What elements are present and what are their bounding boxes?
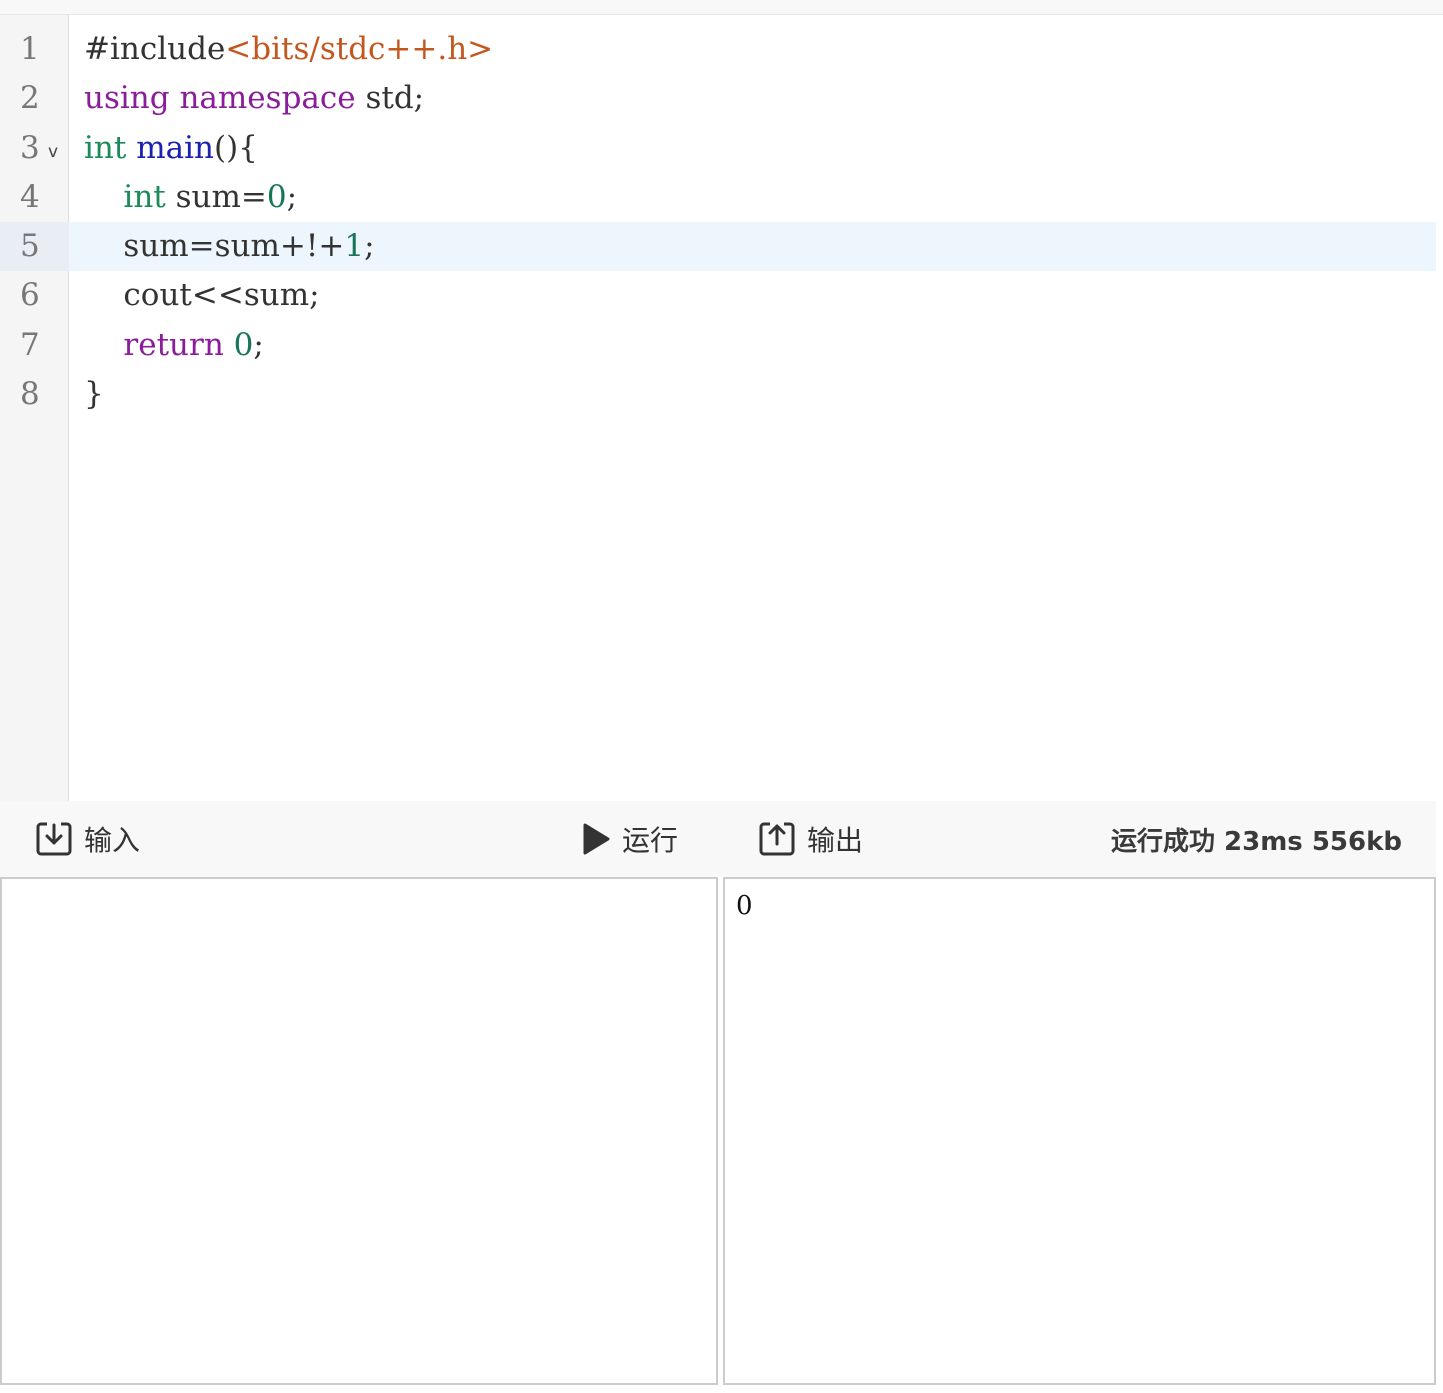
code-text: #include<bits/stdc++.h> (84, 25, 493, 74)
code-line[interactable]: 5 sum=sum+!+1; (0, 222, 1436, 272)
line-number-text: 3 (20, 129, 40, 166)
code-token: return (123, 326, 224, 363)
code-token: ; (364, 228, 375, 265)
code-line[interactable]: 2 using namespace std; (0, 74, 1436, 123)
code-token: namespace (179, 80, 356, 117)
top-bar (0, 0, 1443, 15)
code-token: 0 (266, 178, 287, 215)
code-token: (){ (213, 129, 258, 166)
run-button[interactable]: 运行 (582, 801, 678, 877)
fold-toggle-icon[interactable]: v (48, 128, 58, 177)
line-number-text: 6 (20, 277, 40, 314)
code-token: main (136, 129, 214, 166)
line-number-text: 8 (20, 376, 40, 413)
code-token: <bits/stdc++.h> (225, 31, 494, 67)
line-number: 3v (0, 124, 69, 173)
code-line[interactable]: 3 v int main(){ (0, 124, 1436, 173)
code-token: ; (253, 326, 264, 363)
code-token: using (84, 80, 170, 117)
code-token: sum= (165, 178, 267, 215)
code-token: ; (286, 178, 298, 215)
line-number: 5 (0, 222, 69, 272)
output-text: 0 (736, 891, 753, 921)
code-text: using namespace std; (84, 74, 424, 123)
upload-box-icon (759, 821, 795, 857)
output-label: 输出 (807, 824, 864, 857)
output-tab[interactable]: 输出 (759, 801, 863, 877)
line-number-text: 7 (20, 326, 40, 363)
code-text: cout<<sum; (84, 271, 320, 320)
code-token: int (123, 178, 166, 215)
play-icon (582, 823, 610, 855)
line-number-text: 4 (20, 178, 40, 215)
line-number: 7 (0, 321, 69, 370)
line-number: 2 (0, 74, 69, 123)
input-label: 输入 (84, 824, 141, 857)
input-textarea[interactable] (2, 879, 716, 1383)
line-number: 8 (0, 370, 69, 419)
code-text: int sum=0; (84, 173, 297, 222)
download-box-icon (36, 821, 72, 857)
code-token: 0 (233, 326, 254, 363)
input-panel (0, 877, 718, 1385)
run-status: 运行成功 23ms 556kb (1110, 826, 1402, 857)
code-line[interactable]: 6 cout<<sum; (0, 271, 1436, 320)
line-number-text: 5 (20, 228, 40, 265)
io-toolbar: 输入 运行 输出 运行成功 23ms 556kb (0, 801, 1436, 877)
code-text: } (84, 370, 104, 419)
input-tab[interactable]: 输入 (36, 801, 140, 877)
line-number-text: 2 (20, 80, 40, 117)
run-label: 运行 (622, 824, 679, 857)
line-number-text: 1 (20, 31, 40, 67)
code-line[interactable]: 7 return 0; (0, 321, 1436, 370)
code-token: 1 (344, 228, 365, 265)
code-token: #include (84, 31, 226, 67)
code-token: sum=sum+!+ (84, 228, 345, 265)
line-number: 1 (0, 25, 69, 74)
code-token: cout<<sum; (84, 277, 320, 314)
code-lines[interactable]: 1 #include<bits/stdc++.h> 2 using namespace… (0, 25, 1436, 419)
output-panel: 0 (723, 877, 1436, 1385)
code-line[interactable]: 8} (0, 370, 1436, 419)
code-token: std; (355, 80, 425, 117)
code-text: int main(){ (84, 124, 258, 173)
code-token: int (84, 129, 127, 166)
line-number: 6 (0, 271, 69, 320)
code-token: } (84, 376, 104, 413)
code-text: sum=sum+!+1; (84, 222, 375, 271)
line-number: 4 (0, 173, 69, 222)
code-editor[interactable]: 1 #include<bits/stdc++.h> 2 using namespace… (0, 15, 1436, 801)
code-text: return 0; (84, 321, 264, 370)
code-line[interactable]: 4 int sum=0; (0, 173, 1436, 222)
code-line[interactable]: 1 #include<bits/stdc++.h> (0, 25, 1436, 74)
